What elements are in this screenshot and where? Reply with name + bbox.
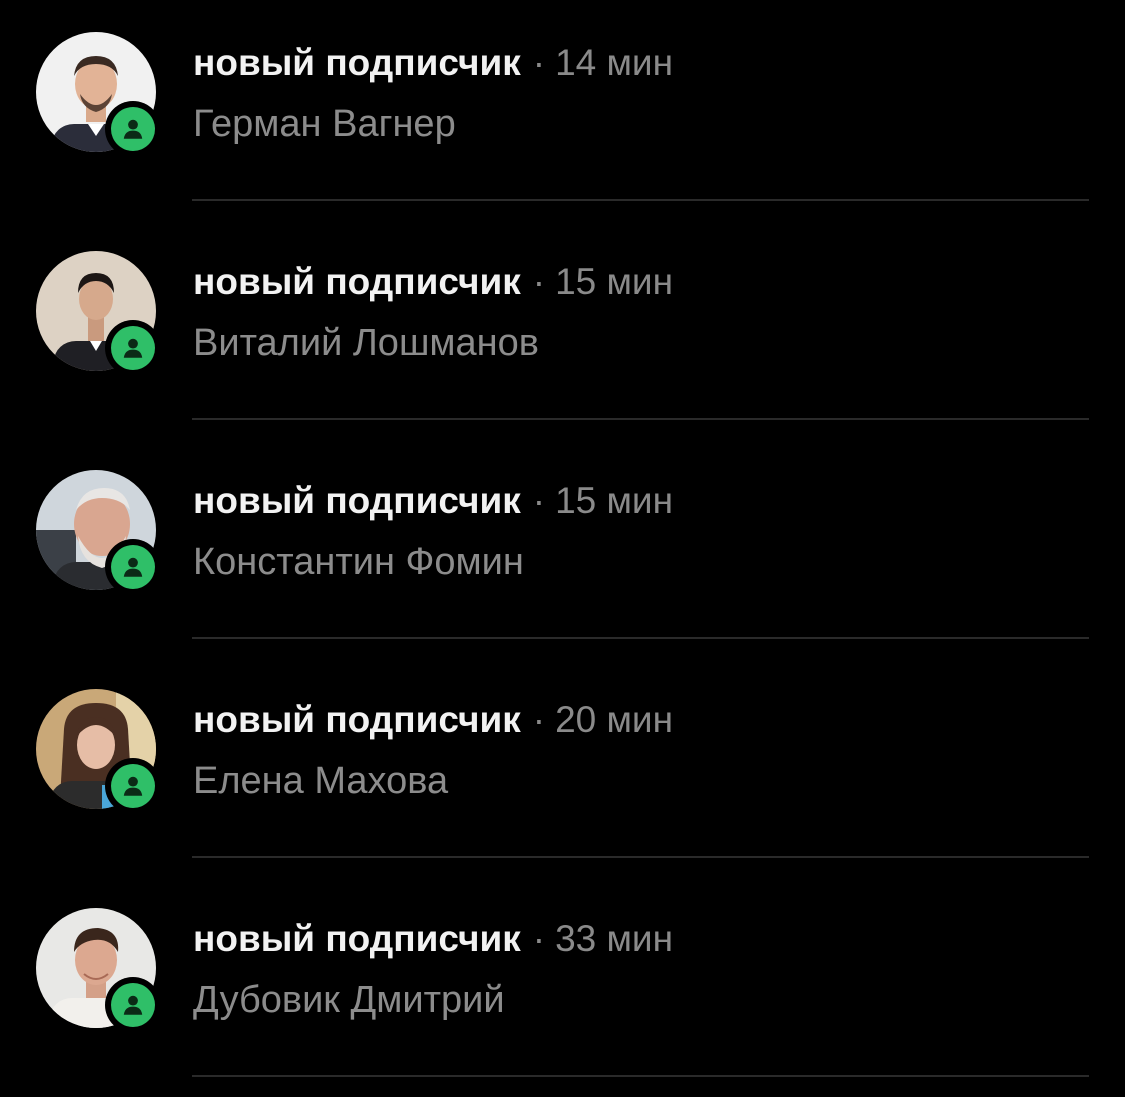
separator-dot: · <box>532 480 546 521</box>
notification-item[interactable]: новый подписчик · 15 мин Константин Фомин <box>0 438 1125 657</box>
notification-header: новый подписчик · 20 мин <box>193 695 673 745</box>
follower-person-icon <box>111 983 155 1027</box>
divider <box>192 856 1089 858</box>
notification-item[interactable]: новый подписчик · 33 мин Дубовик Дмитрий <box>0 876 1125 1095</box>
separator-dot: · <box>532 261 546 302</box>
divider <box>192 637 1089 639</box>
follower-name[interactable]: Дубовик Дмитрий <box>193 974 505 1026</box>
divider <box>192 418 1089 420</box>
divider <box>192 199 1089 201</box>
badge <box>105 758 161 814</box>
follower-name[interactable]: Герман Вагнер <box>193 98 456 150</box>
notification-header: новый подписчик · 14 мин <box>193 38 673 88</box>
avatar[interactable] <box>36 689 161 814</box>
event-label: новый подписчик <box>193 42 521 83</box>
notification-item[interactable]: новый подписчик · 20 мин Елена Махова <box>0 657 1125 876</box>
notification-item[interactable]: новый подписчик · 15 мин Виталий Лошманов <box>0 219 1125 438</box>
timestamp: 33 мин <box>555 918 674 959</box>
notification-feed: новый подписчик · 14 мин Герман Вагнер н… <box>0 0 1125 1097</box>
timestamp: 20 мин <box>555 699 674 740</box>
follower-person-icon <box>111 545 155 589</box>
notification-item[interactable]: новый подписчик · 14 мин Герман Вагнер <box>0 0 1125 219</box>
badge <box>105 539 161 595</box>
separator-dot: · <box>532 699 546 740</box>
event-label: новый подписчик <box>193 480 521 521</box>
timestamp: 14 мин <box>555 42 674 83</box>
follower-person-icon <box>111 107 155 151</box>
event-label: новый подписчик <box>193 699 521 740</box>
follower-person-icon <box>111 326 155 370</box>
notification-header: новый подписчик · 15 мин <box>193 476 673 526</box>
separator-dot: · <box>532 918 546 959</box>
badge <box>105 101 161 157</box>
follower-person-icon <box>111 764 155 808</box>
avatar[interactable] <box>36 32 161 157</box>
timestamp: 15 мин <box>555 480 674 521</box>
notification-header: новый подписчик · 33 мин <box>193 914 673 964</box>
timestamp: 15 мин <box>555 261 674 302</box>
separator-dot: · <box>532 42 546 83</box>
event-label: новый подписчик <box>193 261 521 302</box>
avatar[interactable] <box>36 908 161 1033</box>
divider <box>192 1075 1089 1077</box>
badge <box>105 977 161 1033</box>
follower-name[interactable]: Виталий Лошманов <box>193 317 539 369</box>
badge <box>105 320 161 376</box>
follower-name[interactable]: Константин Фомин <box>193 536 524 588</box>
avatar[interactable] <box>36 470 161 595</box>
avatar[interactable] <box>36 251 161 376</box>
notification-header: новый подписчик · 15 мин <box>193 257 673 307</box>
event-label: новый подписчик <box>193 918 521 959</box>
follower-name[interactable]: Елена Махова <box>193 755 448 807</box>
